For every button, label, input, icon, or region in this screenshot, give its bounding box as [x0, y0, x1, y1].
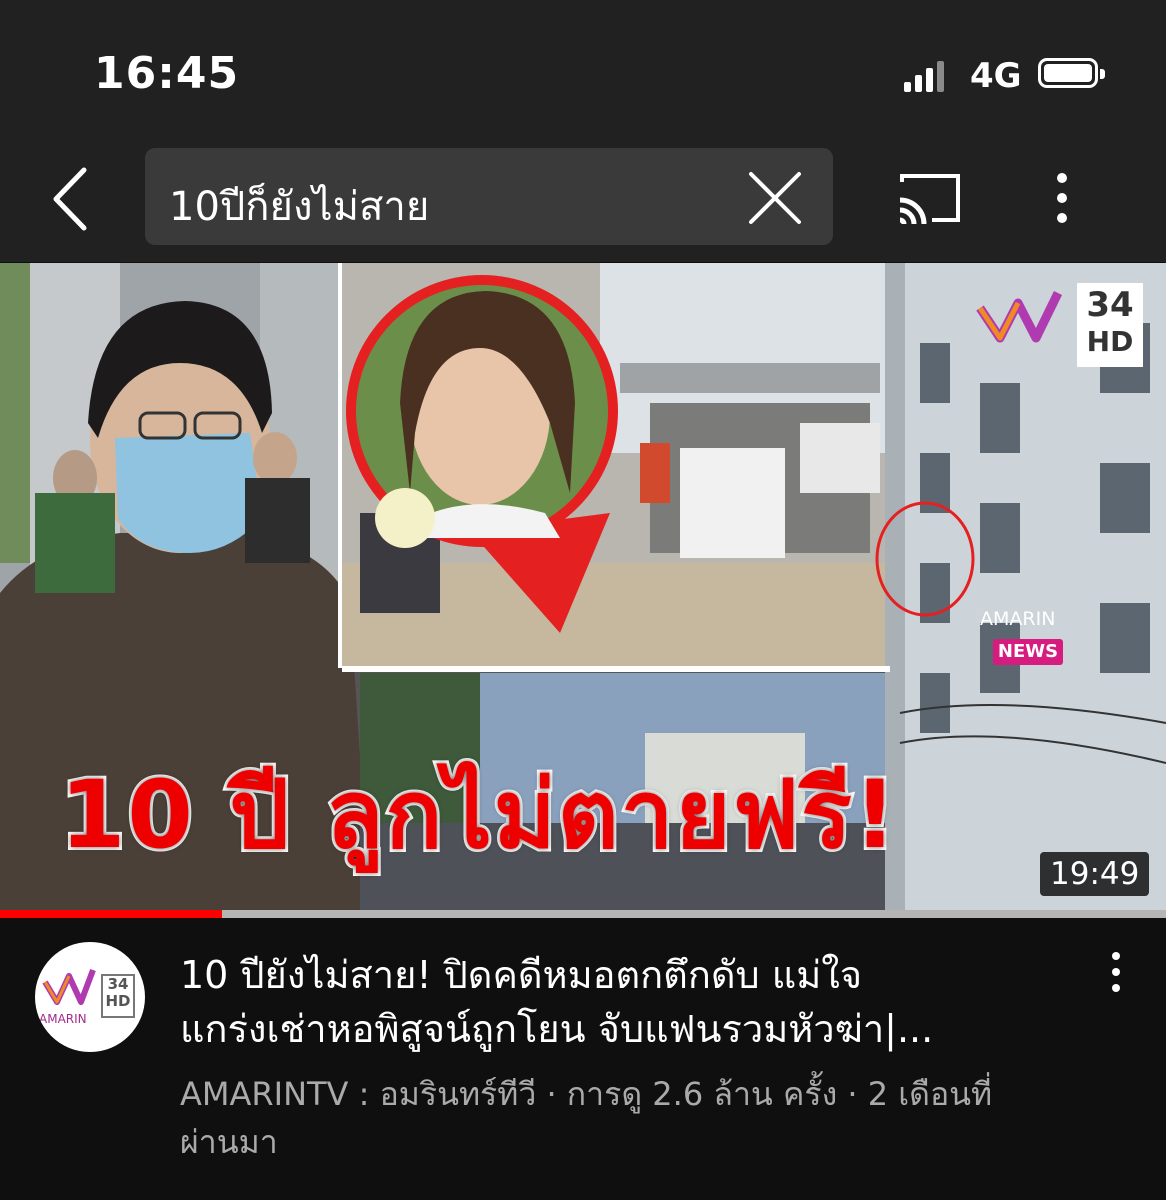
- search-header: 10ปีก็ยังไม่สาย: [0, 140, 1166, 262]
- more-options-button[interactable]: [1040, 170, 1084, 226]
- avatar-brand-text: AMARIN: [39, 1012, 87, 1026]
- video-title-line-1: 10 ปียังไม่สาย! ปิดคดีหมอตกตึกดับ แม่ใจ: [180, 953, 863, 997]
- signal-icon: [904, 60, 944, 92]
- thumbnail-headline: 10 ปี ลูกไม่ตายฟรี!: [57, 758, 900, 873]
- video-title[interactable]: 10 ปียังไม่สาย! ปิดคดีหมอตกตึกดับ แม่ใจ …: [180, 948, 1060, 1056]
- video-meta-line-1: AMARINTV : อมรินทร์ทีวี · การดู 2.6 ล้าน…: [180, 1075, 993, 1113]
- avatar-channel-badge: 34 HD: [101, 974, 135, 1018]
- watch-progress-bar: [0, 910, 1166, 918]
- more-vert-icon: [1057, 173, 1067, 223]
- network-type: 4G: [970, 56, 1022, 96]
- more-vert-icon: [1112, 952, 1120, 992]
- avatar-channel-number: 34: [107, 975, 129, 993]
- channel-badge: 34 HD: [1077, 283, 1143, 367]
- video-info: AMARIN 34 HD 10 ปียังไม่สาย! ปิดคดีหมอตก…: [0, 918, 1166, 1200]
- channel-avatar[interactable]: AMARIN 34 HD: [35, 942, 145, 1052]
- video-meta-line-2: ผ่านมา: [180, 1123, 278, 1161]
- back-button[interactable]: [40, 164, 104, 234]
- search-query: 10ปีก็ยังไม่สาย: [169, 184, 430, 230]
- clear-search-button[interactable]: [745, 168, 805, 228]
- amarin-logo-text: AMARIN: [980, 608, 1056, 630]
- video-more-button[interactable]: [1098, 948, 1134, 996]
- chevron-left-icon: [53, 167, 87, 231]
- watch-progress-played: [0, 910, 222, 918]
- video-title-line-2: แกร่งเช่าหอพิสูจน์ถูกโยน จับแฟนรวมหัวฆ่า…: [180, 1007, 934, 1051]
- cast-icon: [899, 174, 960, 225]
- cast-button[interactable]: [896, 170, 964, 226]
- close-icon: [749, 172, 801, 224]
- news-badge: NEWS: [993, 639, 1063, 665]
- status-time: 16:45: [94, 48, 240, 99]
- battery-icon: [1038, 58, 1105, 88]
- avatar-channel-hd: HD: [105, 992, 131, 1010]
- video-meta: AMARINTV : อมรินทร์ทีวี · การดู 2.6 ล้าน…: [180, 1070, 1090, 1166]
- channel-hd: HD: [1086, 325, 1134, 358]
- video-duration: 19:49: [1040, 852, 1150, 896]
- channel-number: 34: [1086, 285, 1134, 325]
- search-input[interactable]: 10ปีก็ยังไม่สาย: [145, 148, 833, 245]
- status-bar: 16:45 4G: [0, 0, 1166, 140]
